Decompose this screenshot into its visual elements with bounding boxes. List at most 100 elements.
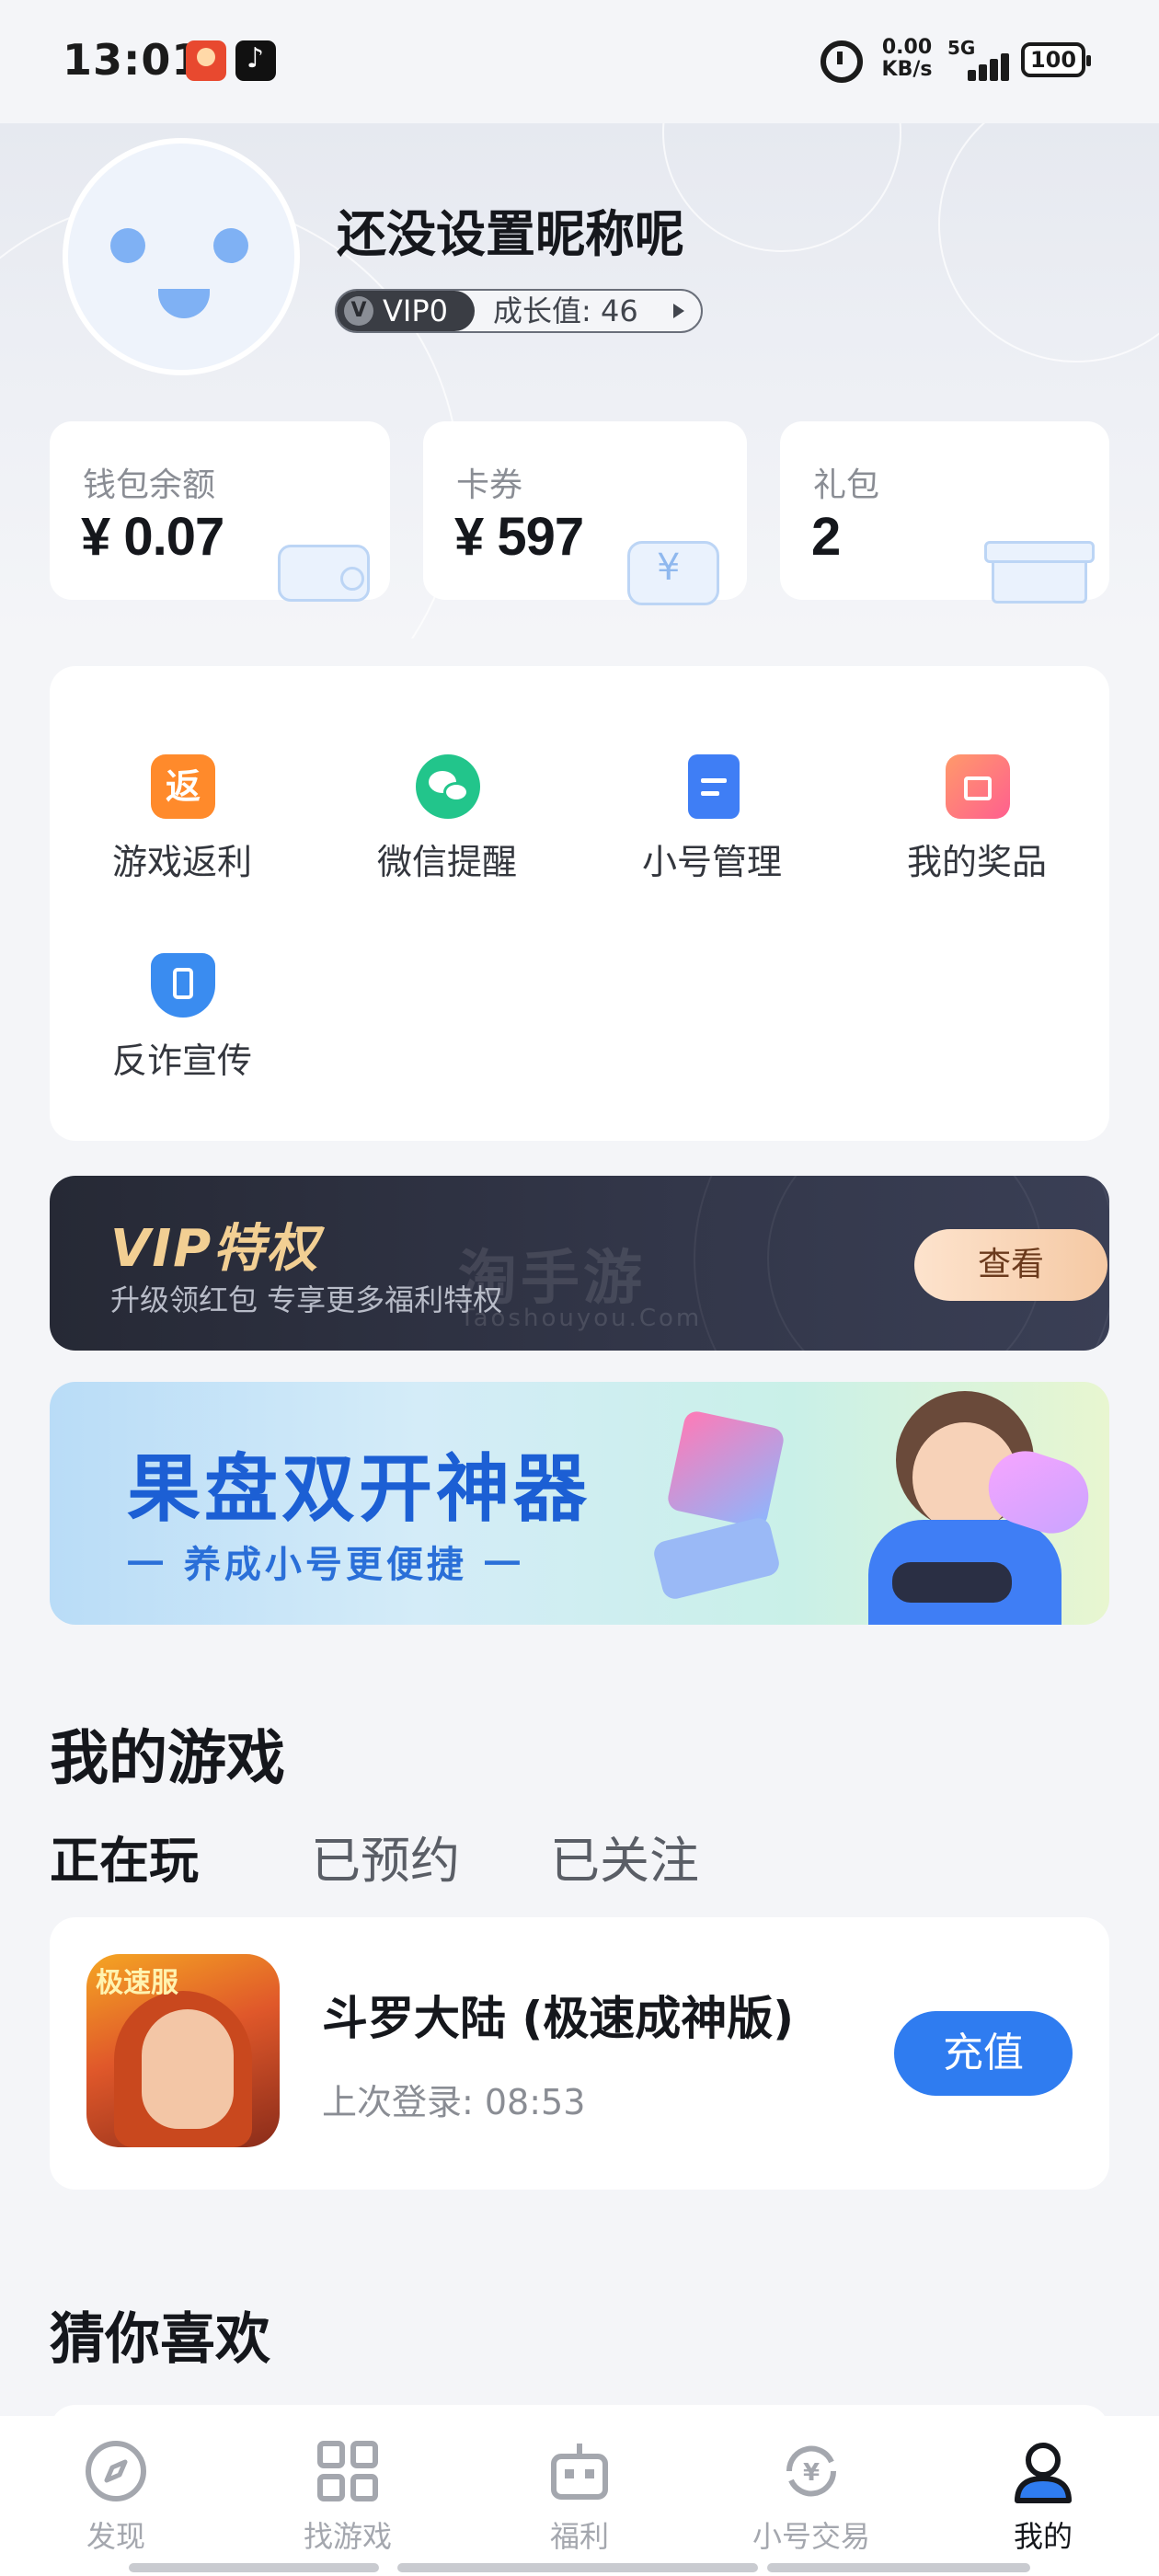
nav-label: 发现 <box>86 2519 145 2554</box>
wechat-icon <box>416 754 480 819</box>
avatar-mouth <box>158 289 210 318</box>
vip-growth-badge[interactable]: V VIP0 成长值: 46 <box>335 289 703 333</box>
promo-subtitle: 一 养成小号更便捷 一 <box>127 1544 524 1586</box>
coupon-icon: ¥ <box>609 526 729 605</box>
battery-icon: 100 <box>1021 42 1091 77</box>
nickname[interactable]: 还没设置昵称呢 <box>337 193 684 266</box>
gift-icon <box>946 754 1010 819</box>
signal-icon: 5G <box>947 37 1009 85</box>
vip-v-icon: V <box>344 296 373 326</box>
network-type: 5G <box>947 37 976 59</box>
rebate-icon-text: 返 <box>165 766 201 807</box>
controller-icon <box>892 1562 1012 1603</box>
function-label: 游戏返利 <box>111 842 252 882</box>
signal-bar <box>968 70 976 81</box>
gift-shape <box>964 776 992 800</box>
nav-find-games[interactable]: 找游戏 <box>232 2416 464 2563</box>
wallet-clasp <box>340 567 364 591</box>
wallet-balance-card[interactable]: 钱包余额 ¥ 0.07 <box>50 421 390 602</box>
compass-icon <box>86 2441 146 2501</box>
nav-account-trade[interactable]: ¥ 小号交易 <box>695 2416 927 2563</box>
tab-followed[interactable]: 已关注 <box>550 1820 699 1892</box>
network-speed: 0.00 KB/s <box>879 37 935 81</box>
function-wechat-reminder[interactable]: 微信提醒 <box>315 721 580 905</box>
gift-box-icon <box>971 526 1095 604</box>
signal-bar <box>990 59 998 81</box>
game-name: 斗罗大陆 (极速成神版) <box>322 1992 795 2045</box>
growth-value: 成长值: 46 <box>493 293 638 328</box>
character-face <box>142 2009 234 2129</box>
stat-value: ¥ 597 <box>454 507 584 567</box>
gift-box-body <box>992 558 1087 604</box>
decorative-circle <box>662 123 901 252</box>
net-speed-unit: KB/s <box>881 58 933 81</box>
nav-welfare[interactable]: 福利 <box>464 2416 695 2563</box>
guess-you-like-title: 猜你喜欢 <box>50 2307 270 2372</box>
promo-banner[interactable]: 果盘双开神器 一 养成小号更便捷 一 <box>50 1382 1109 1625</box>
vip-level-badge: V VIP0 <box>337 291 475 331</box>
function-label: 我的奖品 <box>906 842 1047 882</box>
battery-level: 100 <box>1029 47 1077 73</box>
home-indicator <box>129 2563 379 2572</box>
function-anti-fraud[interactable]: 反诈宣传 <box>50 920 315 1104</box>
function-game-rebate[interactable]: 返 游戏返利 <box>50 721 315 905</box>
clipboard-line <box>701 778 727 783</box>
tab-playing[interactable]: 正在玩 <box>50 1820 199 1892</box>
game-icon[interactable]: 极速服 <box>86 1954 280 2147</box>
last-login: 上次登录: 08:53 <box>322 2082 586 2122</box>
home-indicator <box>767 2563 1030 2572</box>
my-games-title: 我的游戏 <box>50 1725 285 1793</box>
puzzle-icon <box>665 1409 786 1530</box>
wallet-icon <box>252 526 372 602</box>
vip-view-button[interactable]: 查看 <box>914 1229 1107 1301</box>
nav-label: 福利 <box>549 2519 609 2554</box>
stat-label: 钱包余额 <box>83 466 216 504</box>
status-time: 13:01 <box>63 35 202 85</box>
vip-banner-title: VIP特权 <box>110 1219 320 1279</box>
recharge-button[interactable]: 充值 <box>894 2011 1073 2096</box>
avatar-eye <box>213 228 248 263</box>
decorative-circle <box>938 123 1159 362</box>
chevron-right-icon <box>673 304 684 318</box>
svg-text:¥: ¥ <box>803 2459 820 2487</box>
nav-label: 小号交易 <box>752 2519 870 2554</box>
avatar-eye <box>110 228 145 263</box>
stat-label: 礼包 <box>813 466 880 504</box>
exchange-icon: ¥ <box>786 2445 837 2497</box>
avatar[interactable] <box>68 144 294 370</box>
signal-bar <box>1001 53 1009 81</box>
recharge-label: 充值 <box>943 2030 1024 2076</box>
clipboard-icon <box>688 754 740 819</box>
user-icon <box>1015 2443 1072 2503</box>
nav-mine[interactable]: 我的 <box>927 2416 1159 2563</box>
signal-bar <box>979 64 987 81</box>
bottom-nav: 发现 找游戏 福利 ¥ 小号交易 我的 <box>0 2416 1159 2576</box>
gift-box-lid <box>984 541 1095 563</box>
tiktok-notification-icon <box>235 40 276 81</box>
status-bar: 13:01 0.00 KB/s 5G 100 <box>0 0 1159 123</box>
vip-view-label: 查看 <box>977 1246 1044 1283</box>
grid-icon <box>317 2441 378 2501</box>
game-icon-tag: 极速服 <box>96 1967 178 1999</box>
nav-discover[interactable]: 发现 <box>0 2416 232 2563</box>
net-speed-value: 0.00 <box>881 36 933 59</box>
function-my-prizes[interactable]: 我的奖品 <box>844 721 1109 905</box>
robot-icon <box>551 2444 608 2500</box>
yen-icon: ¥ <box>657 546 681 589</box>
coupon-card[interactable]: 卡券 ¥ 597 ¥ <box>423 421 747 605</box>
gamepad-icon <box>651 1515 782 1602</box>
nav-label: 我的 <box>1013 2519 1073 2554</box>
vip-level-text: VIP0 <box>383 293 448 328</box>
clipboard-line <box>701 791 719 796</box>
function-alt-account[interactable]: 小号管理 <box>580 721 844 905</box>
wechat-bubble <box>443 782 469 802</box>
nav-label: 找游戏 <box>303 2519 392 2554</box>
home-indicator <box>397 2563 758 2572</box>
rebate-icon: 返 <box>151 754 215 819</box>
gift-pack-card[interactable]: 礼包 2 <box>780 421 1109 604</box>
vip-privilege-banner[interactable]: 淘手游 Taoshouyou.Com VIP特权 升级领红包 专享更多福利特权 … <box>50 1176 1109 1351</box>
tab-reserved[interactable]: 已预约 <box>311 1820 460 1892</box>
game-card[interactable]: 极速服 斗罗大陆 (极速成神版) 上次登录: 08:53 充值 <box>50 1917 1109 2190</box>
shield-phone-icon <box>151 953 215 1018</box>
phone-shape <box>173 968 193 999</box>
